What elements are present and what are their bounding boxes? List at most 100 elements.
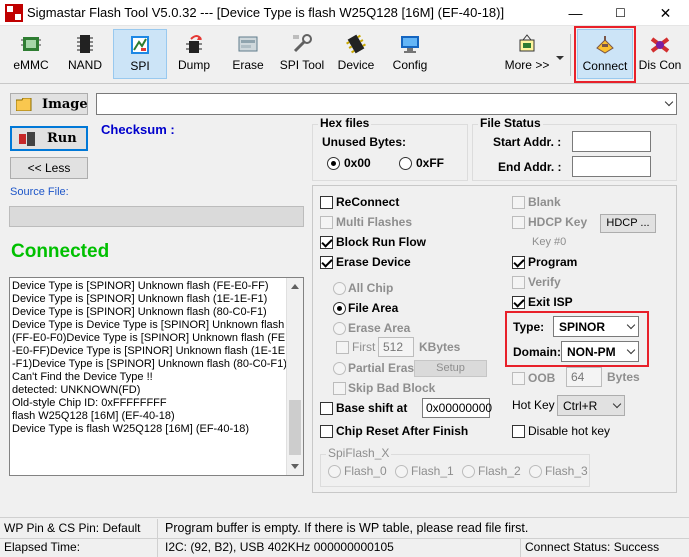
spiflash-x-title: SpiFlash_X bbox=[326, 446, 392, 460]
chevron-down-icon bbox=[626, 320, 636, 329]
hot-key-value: Ctrl+R bbox=[563, 398, 598, 413]
domain-select[interactable]: NON-PM bbox=[561, 341, 639, 362]
emmc-chip-icon bbox=[21, 37, 41, 51]
hot-key-select[interactable]: Ctrl+R bbox=[557, 395, 625, 416]
blank-checkbox[interactable] bbox=[512, 196, 525, 209]
log-scrollbar[interactable] bbox=[286, 278, 303, 475]
start-addr-label: Start Addr. : bbox=[493, 135, 562, 149]
maximize-button[interactable]: ☐ bbox=[598, 0, 643, 26]
toolbar-label: eMMC bbox=[13, 58, 49, 72]
status-message: Program buffer is empty. If there is WP … bbox=[165, 521, 529, 535]
disable-hot-key-checkbox[interactable] bbox=[512, 425, 525, 438]
scroll-up-icon[interactable] bbox=[291, 284, 299, 289]
unused-0xff-label: 0xFF bbox=[416, 156, 445, 170]
source-file-field bbox=[9, 206, 304, 227]
toolbar-emmc-button[interactable]: eMMC bbox=[4, 29, 58, 79]
close-button[interactable]: ✕ bbox=[643, 0, 688, 26]
log-output[interactable]: Device Type is [SPINOR] Unknown flash (F… bbox=[9, 277, 304, 476]
oob-field[interactable]: 64 bbox=[566, 367, 602, 387]
all-chip-radio[interactable] bbox=[333, 282, 346, 295]
erase-device-checkbox[interactable] bbox=[320, 256, 333, 269]
setup-button[interactable]: Setup bbox=[414, 360, 487, 377]
base-shift-checkbox[interactable] bbox=[320, 402, 333, 415]
start-addr-field[interactable] bbox=[572, 131, 651, 152]
base-shift-field[interactable]: 0x00000000 bbox=[422, 398, 492, 418]
toolbar-separator bbox=[570, 34, 571, 76]
more-dropdown-arrow-icon[interactable] bbox=[556, 56, 564, 60]
first-label: First bbox=[352, 340, 376, 354]
nand-chip-icon bbox=[77, 35, 93, 53]
disconnect-icon bbox=[650, 37, 670, 53]
toolbar-config-button[interactable]: Config bbox=[383, 29, 437, 79]
unused-bytes-label: Unused Bytes: bbox=[322, 135, 407, 149]
flash-1-label: Flash_1 bbox=[411, 464, 454, 478]
image-button[interactable]: Image bbox=[10, 93, 88, 115]
flash-3-radio[interactable] bbox=[529, 465, 542, 478]
flash-2-radio[interactable] bbox=[462, 465, 475, 478]
scroll-down-icon[interactable] bbox=[291, 464, 299, 469]
toolbar-label: Config bbox=[392, 58, 428, 72]
toolbar-nand-button[interactable]: NAND bbox=[58, 29, 112, 79]
checksum-label: Checksum : bbox=[101, 122, 175, 137]
partial-erase-radio[interactable] bbox=[333, 362, 346, 375]
exit-isp-checkbox[interactable] bbox=[512, 296, 525, 309]
title-bar: Sigmastar Flash Tool V5.0.32 --- [Device… bbox=[0, 0, 689, 26]
hex-files-title: Hex files bbox=[318, 116, 372, 130]
unused-0xff-radio[interactable] bbox=[399, 157, 412, 170]
hdcp-key-checkbox[interactable] bbox=[512, 216, 525, 229]
unused-0x00-radio[interactable] bbox=[327, 157, 340, 170]
toolbar-spi-tool-button[interactable]: SPI Tool bbox=[275, 29, 329, 79]
run-button-label: Run bbox=[47, 131, 77, 146]
domain-value: NON-PM bbox=[567, 344, 616, 359]
window-title: Sigmastar Flash Tool V5.0.32 --- [Device… bbox=[27, 5, 505, 20]
erase-area-radio[interactable] bbox=[333, 322, 346, 335]
program-checkbox[interactable] bbox=[512, 256, 525, 269]
key-number-label: Key #0 bbox=[532, 236, 567, 248]
image-path-combobox[interactable] bbox=[96, 93, 677, 115]
first-checkbox[interactable] bbox=[336, 341, 349, 354]
base-shift-label: Base shift at bbox=[336, 401, 408, 415]
multi-flashes-label: Multi Flashes bbox=[336, 215, 413, 229]
first-kbytes-field[interactable]: 512 bbox=[378, 337, 414, 357]
toolbar-erase-button[interactable]: Erase bbox=[221, 29, 275, 79]
wp-pin-status: WP Pin & CS Pin: Default bbox=[4, 521, 141, 535]
reconnect-checkbox[interactable] bbox=[320, 196, 333, 209]
type-label: Type: bbox=[513, 320, 545, 334]
block-run-flow-checkbox[interactable] bbox=[320, 236, 333, 249]
toolbar-label: More >> bbox=[504, 58, 550, 72]
erase-device-label: Erase Device bbox=[336, 255, 411, 269]
toolbar-label: Device bbox=[337, 58, 375, 72]
toolbar-device-button[interactable]: Device bbox=[329, 29, 383, 79]
hdcp-button[interactable]: HDCP ... bbox=[600, 214, 656, 233]
toolbar-disconnect-button[interactable]: Dis Con bbox=[634, 29, 686, 79]
flash-1-radio[interactable] bbox=[395, 465, 408, 478]
verify-label: Verify bbox=[528, 275, 561, 289]
end-addr-field[interactable] bbox=[572, 156, 651, 177]
toolbar-label: SPI bbox=[130, 59, 150, 73]
type-value: SPINOR bbox=[559, 319, 606, 334]
oob-checkbox[interactable] bbox=[512, 372, 525, 385]
minimize-button[interactable]: — bbox=[553, 0, 598, 26]
flash-0-label: Flash_0 bbox=[344, 464, 387, 478]
flash-2-label: Flash_2 bbox=[478, 464, 521, 478]
program-label: Program bbox=[528, 255, 578, 269]
chevron-down-icon bbox=[664, 97, 674, 107]
flash-0-radio[interactable] bbox=[328, 465, 341, 478]
status-divider bbox=[520, 538, 521, 557]
chip-reset-label: Chip Reset After Finish bbox=[336, 424, 469, 438]
file-area-radio[interactable] bbox=[333, 302, 346, 315]
log-text: Device Type is [SPINOR] Unknown flash (F… bbox=[12, 280, 287, 435]
less-button[interactable]: << Less bbox=[10, 157, 88, 179]
verify-checkbox[interactable] bbox=[512, 276, 525, 289]
chip-reset-checkbox[interactable] bbox=[320, 425, 333, 438]
skip-bad-block-checkbox[interactable] bbox=[333, 382, 346, 395]
toolbar-more-button[interactable]: More >> bbox=[500, 29, 554, 79]
connect-status: Connect Status: Success bbox=[525, 540, 660, 554]
scroll-thumb[interactable] bbox=[289, 400, 301, 455]
type-select[interactable]: SPINOR bbox=[553, 316, 639, 337]
multi-flashes-checkbox[interactable] bbox=[320, 216, 333, 229]
toolbar-spi-button[interactable]: SPI bbox=[113, 29, 167, 79]
toolbar-label: Dump bbox=[177, 58, 210, 72]
toolbar-dump-button[interactable]: Dump bbox=[167, 29, 221, 79]
run-button[interactable]: Run bbox=[10, 126, 88, 151]
